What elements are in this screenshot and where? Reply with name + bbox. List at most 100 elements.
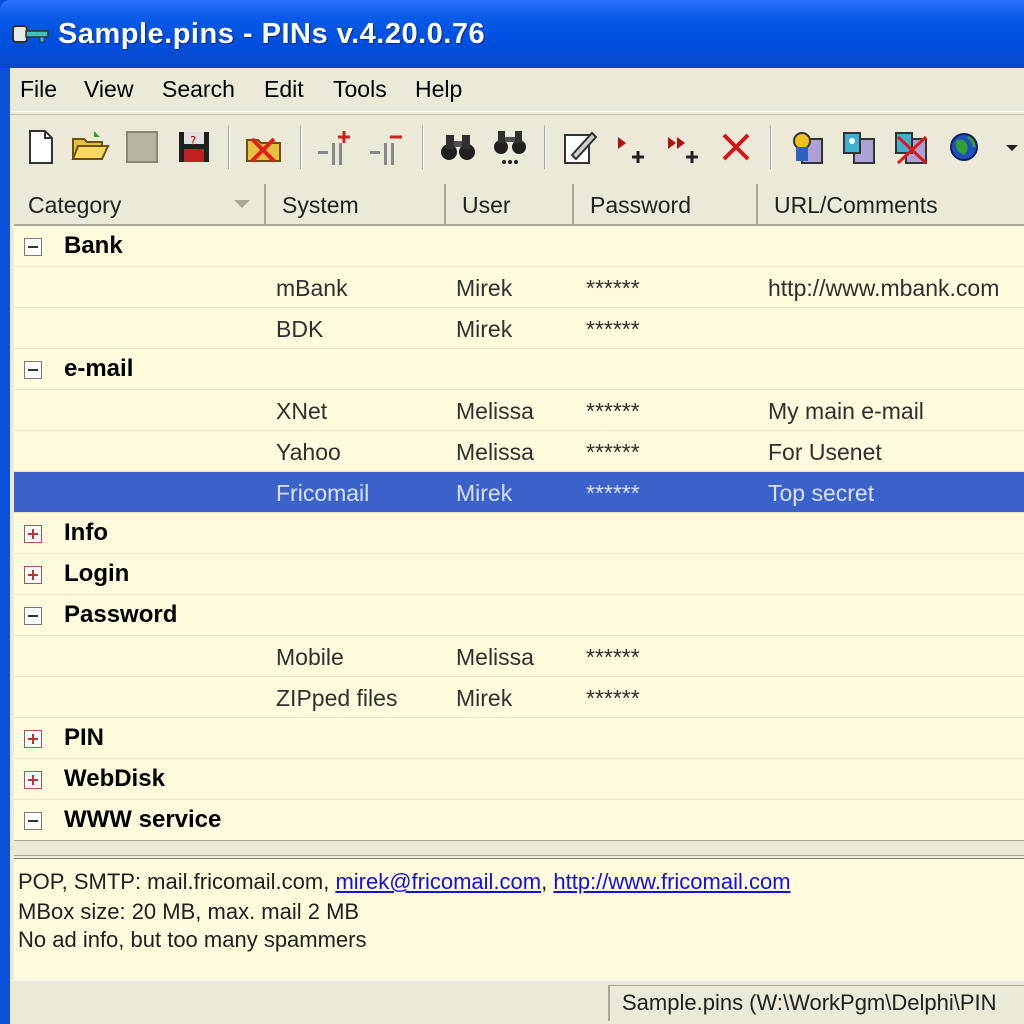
menu-help[interactable]: Help xyxy=(415,76,462,103)
clear-clipboard-icon[interactable] xyxy=(892,127,932,167)
collapse-icon[interactable] xyxy=(24,361,42,379)
record-row[interactable]: Yahoo Melissa ****** For Usenet xyxy=(14,431,1024,472)
edit-record-icon[interactable] xyxy=(560,127,600,167)
open-folder-icon[interactable] xyxy=(70,127,110,167)
exit-folder-icon[interactable] xyxy=(244,127,284,167)
menu-tools[interactable]: Tools xyxy=(333,76,387,103)
record-row[interactable]: mBank Mirek ****** http://www.mbank.com xyxy=(14,267,1024,308)
record-row[interactable]: ZIPped files Mirek ****** xyxy=(14,677,1024,718)
save-icon[interactable] xyxy=(122,127,162,167)
category-row[interactable]: Info xyxy=(14,513,1024,554)
user-cell: Mirek xyxy=(456,275,513,301)
record-row[interactable]: Fricomail Mirek ****** Top secret xyxy=(14,472,1024,513)
expand-icon[interactable] xyxy=(24,730,42,748)
password-cell: ****** xyxy=(586,439,640,465)
system-cell: XNet xyxy=(276,398,328,424)
system-cell: mBank xyxy=(276,275,348,301)
note-text: POP, SMTP: mail.fricomail.com, xyxy=(18,869,336,894)
note-separator: , xyxy=(541,869,554,894)
user-cell: Mirek xyxy=(456,685,513,711)
copy-user-icon[interactable] xyxy=(788,127,828,167)
category-label: Bank xyxy=(64,232,123,259)
records-grid[interactable]: Bank mBank Mirek ****** http://www.mbank.com… xyxy=(14,226,1024,840)
add-record-copy-icon[interactable] xyxy=(664,127,704,167)
add-record-icon[interactable] xyxy=(612,127,652,167)
user-cell: Melissa xyxy=(456,644,534,670)
add-category-icon[interactable] xyxy=(316,127,356,167)
app-key-icon xyxy=(12,25,49,43)
app-window: Sample.pins - PINs v.4.20.0.76 File View… xyxy=(0,0,1024,1024)
category-row[interactable]: WWW service xyxy=(14,800,1024,840)
collapse-icon[interactable] xyxy=(24,812,42,830)
expand-icon[interactable] xyxy=(24,566,42,584)
menu-view[interactable]: View xyxy=(84,76,133,103)
password-cell: ****** xyxy=(586,316,640,342)
comment-cell: My main e-mail xyxy=(768,398,924,424)
expand-icon[interactable] xyxy=(24,771,42,789)
category-row[interactable]: Login xyxy=(14,554,1024,595)
user-cell: Mirek xyxy=(456,480,513,506)
comment-cell: For Usenet xyxy=(768,439,882,465)
col-system-label: System xyxy=(282,192,359,218)
notes-panel[interactable]: POP, SMTP: mail.fricomail.com, mirek@fri… xyxy=(14,858,1024,980)
toolbar-separator xyxy=(300,125,302,169)
url-link[interactable]: http://www.fricomail.com xyxy=(553,869,790,894)
category-label: Info xyxy=(64,519,108,546)
expand-icon[interactable] xyxy=(24,525,42,543)
comment-cell: Top secret xyxy=(768,480,875,506)
toolbar-separator xyxy=(422,125,424,169)
splitter-handle[interactable] xyxy=(14,840,1024,856)
collapse-icon[interactable] xyxy=(24,607,42,625)
system-cell: Mobile xyxy=(276,644,344,670)
collapse-icon[interactable] xyxy=(24,238,42,256)
col-user[interactable]: User xyxy=(448,184,574,224)
email-link[interactable]: mirek@fricomail.com xyxy=(335,869,541,894)
record-row[interactable]: Mobile Melissa ****** xyxy=(14,636,1024,677)
svg-text:?: ? xyxy=(190,134,196,148)
col-password[interactable]: Password xyxy=(576,184,758,224)
password-cell: ****** xyxy=(586,275,640,301)
system-cell: ZIPped files xyxy=(276,685,398,711)
col-system[interactable]: System xyxy=(268,184,446,224)
col-user-label: User xyxy=(462,192,511,218)
category-label: Login xyxy=(64,560,130,587)
user-cell: Melissa xyxy=(456,439,534,465)
menu-bar: File View Search Edit Tools Help xyxy=(10,68,1024,112)
status-file-path: Sample.pins (W:\WorkPgm\Delphi\PIN xyxy=(608,985,1024,1021)
col-password-label: Password xyxy=(590,192,691,218)
col-category[interactable]: Category xyxy=(14,184,266,224)
browser-globe-icon[interactable] xyxy=(944,127,984,167)
toolbar-separator xyxy=(544,125,546,169)
find-next-icon[interactable] xyxy=(490,127,530,167)
title-bar[interactable]: Sample.pins - PINs v.4.20.0.76 xyxy=(0,0,1024,68)
col-url-comments[interactable]: URL/Comments xyxy=(760,184,1024,224)
remove-category-icon[interactable] xyxy=(368,127,408,167)
category-label: PIN xyxy=(64,724,105,751)
system-cell: Yahoo xyxy=(276,439,341,465)
category-row[interactable]: PIN xyxy=(14,718,1024,759)
dropdown-arrow-icon[interactable] xyxy=(992,127,1018,167)
menu-file[interactable]: File xyxy=(20,76,57,103)
window-title: Sample.pins - PINs v.4.20.0.76 xyxy=(58,18,486,50)
delete-record-icon[interactable] xyxy=(716,127,756,167)
category-row[interactable]: e-mail xyxy=(14,349,1024,390)
note-line: MBox size: 20 MB, max. mail 2 MB xyxy=(18,899,360,924)
col-url-comments-label: URL/Comments xyxy=(774,192,938,218)
sort-arrow-icon xyxy=(234,200,250,208)
column-header: Category System User Password URL/Commen… xyxy=(14,184,1024,226)
password-cell: ****** xyxy=(586,398,640,424)
col-category-label: Category xyxy=(28,192,122,218)
menu-edit[interactable]: Edit xyxy=(264,76,304,103)
category-row[interactable]: WebDisk xyxy=(14,759,1024,800)
new-file-icon[interactable] xyxy=(20,127,60,167)
system-cell: Fricomail xyxy=(276,480,370,506)
menu-search[interactable]: Search xyxy=(162,76,235,103)
category-row[interactable]: Bank xyxy=(14,226,1024,267)
category-row[interactable]: Password xyxy=(14,595,1024,636)
copy-password-icon[interactable] xyxy=(840,127,880,167)
comment-cell: http://www.mbank.com xyxy=(768,275,1000,301)
find-icon[interactable] xyxy=(438,127,478,167)
record-row[interactable]: BDK Mirek ****** xyxy=(14,308,1024,349)
record-row[interactable]: XNet Melissa ****** My main e-mail xyxy=(14,390,1024,431)
close-file-icon[interactable]: ? xyxy=(174,127,214,167)
